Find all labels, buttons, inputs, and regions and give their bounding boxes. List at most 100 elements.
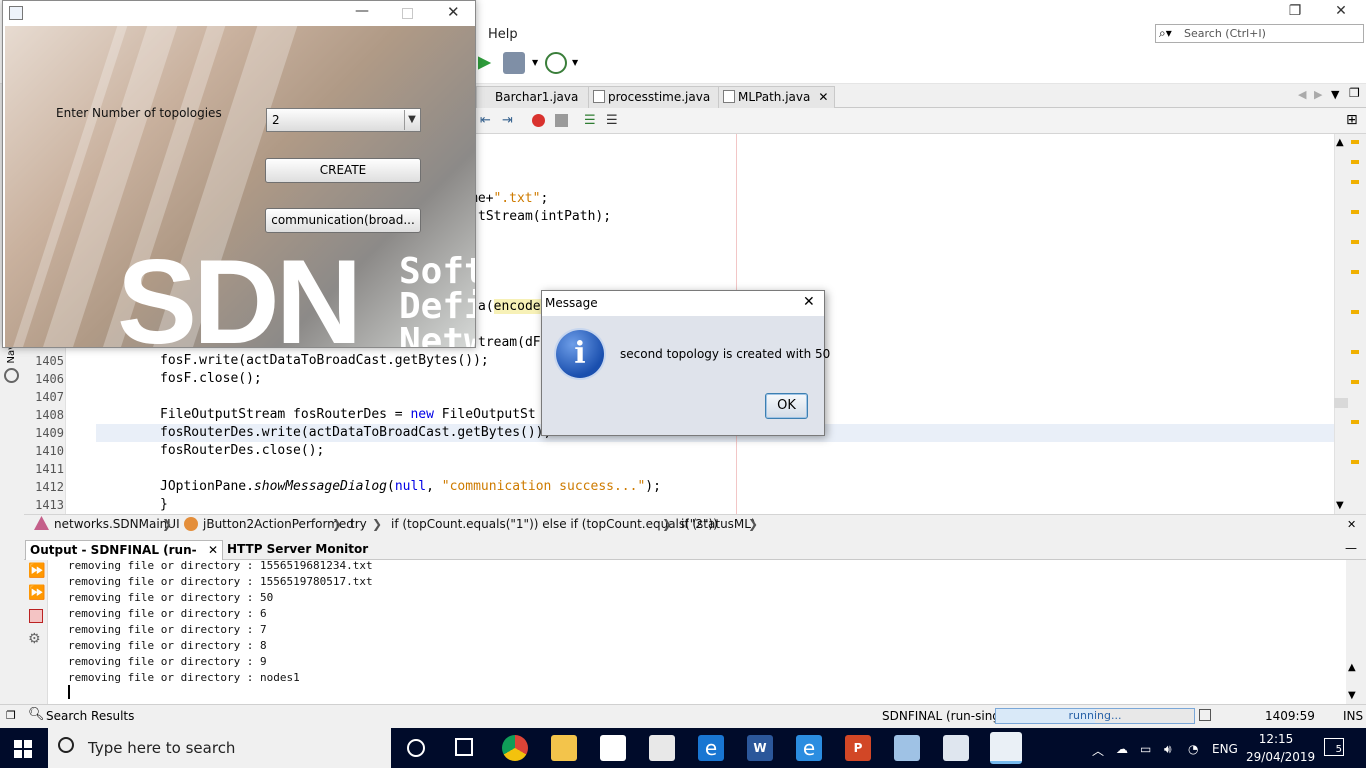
error-stripe-mark[interactable] xyxy=(1351,210,1359,214)
split-editor-icon[interactable]: ⊞ xyxy=(1346,112,1358,128)
debug-icon[interactable] xyxy=(503,52,525,74)
battery-icon[interactable]: ▭ xyxy=(1140,742,1151,756)
stop-macro-icon[interactable] xyxy=(555,114,568,127)
shift-right-icon[interactable]: ⇥ xyxy=(502,113,513,128)
ide-search-input[interactable]: ⌕▾ Search (Ctrl+I) xyxy=(1155,24,1364,43)
volume-icon[interactable]: 🔊︎ xyxy=(1164,742,1172,757)
language-indicator[interactable]: ENG xyxy=(1212,742,1238,756)
close-tab-icon[interactable]: ✕ xyxy=(818,90,828,104)
settings-icon[interactable]: ⚙ xyxy=(28,631,41,647)
breadcrumb-if-status[interactable]: if (statusML) xyxy=(681,517,756,531)
error-stripe-mark[interactable] xyxy=(1351,350,1359,354)
stop-icon[interactable] xyxy=(29,609,43,623)
chevron-down-icon[interactable]: ▼ xyxy=(404,110,419,130)
editor-scrollbar[interactable] xyxy=(1334,134,1366,514)
minimize-icon[interactable]: — xyxy=(355,3,369,19)
error-stripe-mark[interactable] xyxy=(1351,140,1359,144)
scroll-down-icon[interactable]: ▼ xyxy=(1336,500,1344,511)
notification-center-icon[interactable]: 5 xyxy=(1324,738,1344,756)
minimize-panel-icon[interactable]: — xyxy=(1345,541,1357,555)
profile-icon[interactable] xyxy=(545,52,567,74)
tab-label: Barchar1.java xyxy=(495,90,579,104)
maximize-editor-icon[interactable]: ❐ xyxy=(1349,86,1360,100)
record-macro-icon[interactable] xyxy=(532,114,545,127)
error-stripe-mark[interactable] xyxy=(1351,160,1359,164)
task-view-icon[interactable] xyxy=(455,738,473,756)
error-stripe-mark[interactable] xyxy=(1351,460,1359,464)
scroll-tabs-right-icon[interactable]: ▶ xyxy=(1314,88,1322,101)
code-fragment: me+".txt"; xyxy=(470,191,549,206)
error-stripe-mark[interactable] xyxy=(1351,240,1359,244)
cortana-icon[interactable] xyxy=(407,739,425,757)
tray-chevron-icon[interactable]: ︿ xyxy=(1092,742,1104,759)
chrome-icon[interactable] xyxy=(502,735,528,761)
close-icon[interactable]: ✕ xyxy=(803,294,815,310)
taskbar-search-input[interactable]: Type here to search xyxy=(48,728,391,768)
code-line: fosF.close(); xyxy=(160,371,262,386)
java-app-icon[interactable] xyxy=(990,732,1022,764)
onedrive-icon[interactable]: ☁ xyxy=(1116,742,1128,756)
topologies-label: Enter Number of topologies xyxy=(56,106,222,120)
restore-icon[interactable]: ❐ xyxy=(1272,0,1318,24)
close-tab-icon[interactable]: ✕ xyxy=(208,541,218,559)
mail-icon[interactable] xyxy=(649,735,675,761)
error-stripe-mark[interactable] xyxy=(1351,380,1359,384)
ok-button[interactable]: OK xyxy=(765,393,808,419)
search-results-tab[interactable]: Search Results xyxy=(46,709,134,723)
close-icon[interactable]: ✕ xyxy=(447,3,460,21)
close-icon[interactable]: ✕ xyxy=(1318,0,1364,24)
error-stripe-mark[interactable] xyxy=(1351,420,1359,424)
output-line: removing file or directory : 9 xyxy=(68,655,267,668)
cancel-task-icon[interactable] xyxy=(1199,709,1211,721)
tab-barchar1[interactable]: Barchar1.java✕ xyxy=(476,86,604,108)
search-icon: ⌕▾ xyxy=(1159,26,1172,40)
word-icon[interactable]: W xyxy=(747,735,773,761)
menu-help[interactable]: Help xyxy=(488,27,518,42)
error-stripe-mark[interactable] xyxy=(1351,310,1359,314)
scroll-up-icon[interactable]: ▲ xyxy=(1336,137,1344,148)
topologies-select[interactable]: 2 xyxy=(266,108,421,132)
communication-button[interactable]: communication(broad... xyxy=(265,208,421,233)
dialog-title-bar: Message ✕ xyxy=(542,291,824,316)
close-icon[interactable]: ✕ xyxy=(1347,518,1356,531)
search-icon xyxy=(58,737,74,753)
tab-list-icon[interactable]: ▼ xyxy=(1331,88,1339,101)
output-scrollbar[interactable] xyxy=(1346,560,1366,704)
file-explorer-icon[interactable] xyxy=(551,735,577,761)
chevron-down-icon[interactable]: ▼ xyxy=(572,58,578,67)
create-button[interactable]: CREATE xyxy=(265,158,421,183)
chevron-down-icon[interactable]: ▼ xyxy=(532,58,538,67)
uncomment-icon[interactable]: ☰ xyxy=(606,113,618,128)
code-line: fosF.write(actDataToBroadCast.getBytes()… xyxy=(160,353,489,368)
store-icon[interactable] xyxy=(600,735,626,761)
photos-icon[interactable] xyxy=(943,735,969,761)
tab-http-monitor[interactable]: HTTP Server Monitor xyxy=(223,540,376,560)
breadcrumb-try[interactable]: try xyxy=(350,517,367,531)
tab-mlpath[interactable]: MLPath.java ✕ xyxy=(718,86,836,108)
tab-output[interactable]: Output - SDNFINAL (run-single)✕ xyxy=(25,540,223,575)
error-stripe-mark[interactable] xyxy=(1351,180,1359,184)
virtualbox-icon[interactable] xyxy=(894,735,920,761)
scroll-tabs-left-icon[interactable]: ◀ xyxy=(1298,88,1306,101)
info-icon: i xyxy=(556,330,604,378)
breadcrumb-class[interactable]: networks.SDNMainUI xyxy=(54,517,180,531)
scroll-up-icon[interactable]: ▲ xyxy=(1348,662,1356,673)
comment-icon[interactable]: ☰ xyxy=(584,113,596,128)
rerun-icon[interactable]: ⏩ xyxy=(28,563,45,579)
line-number: 1407 xyxy=(35,390,64,404)
clock-time[interactable]: 12:15 xyxy=(1250,732,1302,746)
restore-panel-icon[interactable]: ❐ xyxy=(6,709,16,722)
windows-start-icon[interactable] xyxy=(14,740,32,758)
internet-explorer-icon[interactable]: e xyxy=(796,735,822,761)
rerun-params-icon[interactable]: ⏩ xyxy=(28,585,45,601)
scroll-down-icon[interactable]: ▼ xyxy=(1348,690,1356,701)
error-stripe-mark[interactable] xyxy=(1351,270,1359,274)
shift-left-icon[interactable]: ⇤ xyxy=(480,113,491,128)
edge-icon[interactable]: e xyxy=(698,735,724,761)
wifi-icon[interactable]: ◔ xyxy=(1188,742,1198,756)
tab-processtime[interactable]: processtime.java✕ xyxy=(588,86,736,108)
scroll-thumb[interactable] xyxy=(1334,398,1348,408)
clock-date[interactable]: 29/04/2019 xyxy=(1246,750,1315,764)
caret-position: 1409:59 xyxy=(1265,709,1315,723)
powerpoint-icon[interactable]: P xyxy=(845,735,871,761)
